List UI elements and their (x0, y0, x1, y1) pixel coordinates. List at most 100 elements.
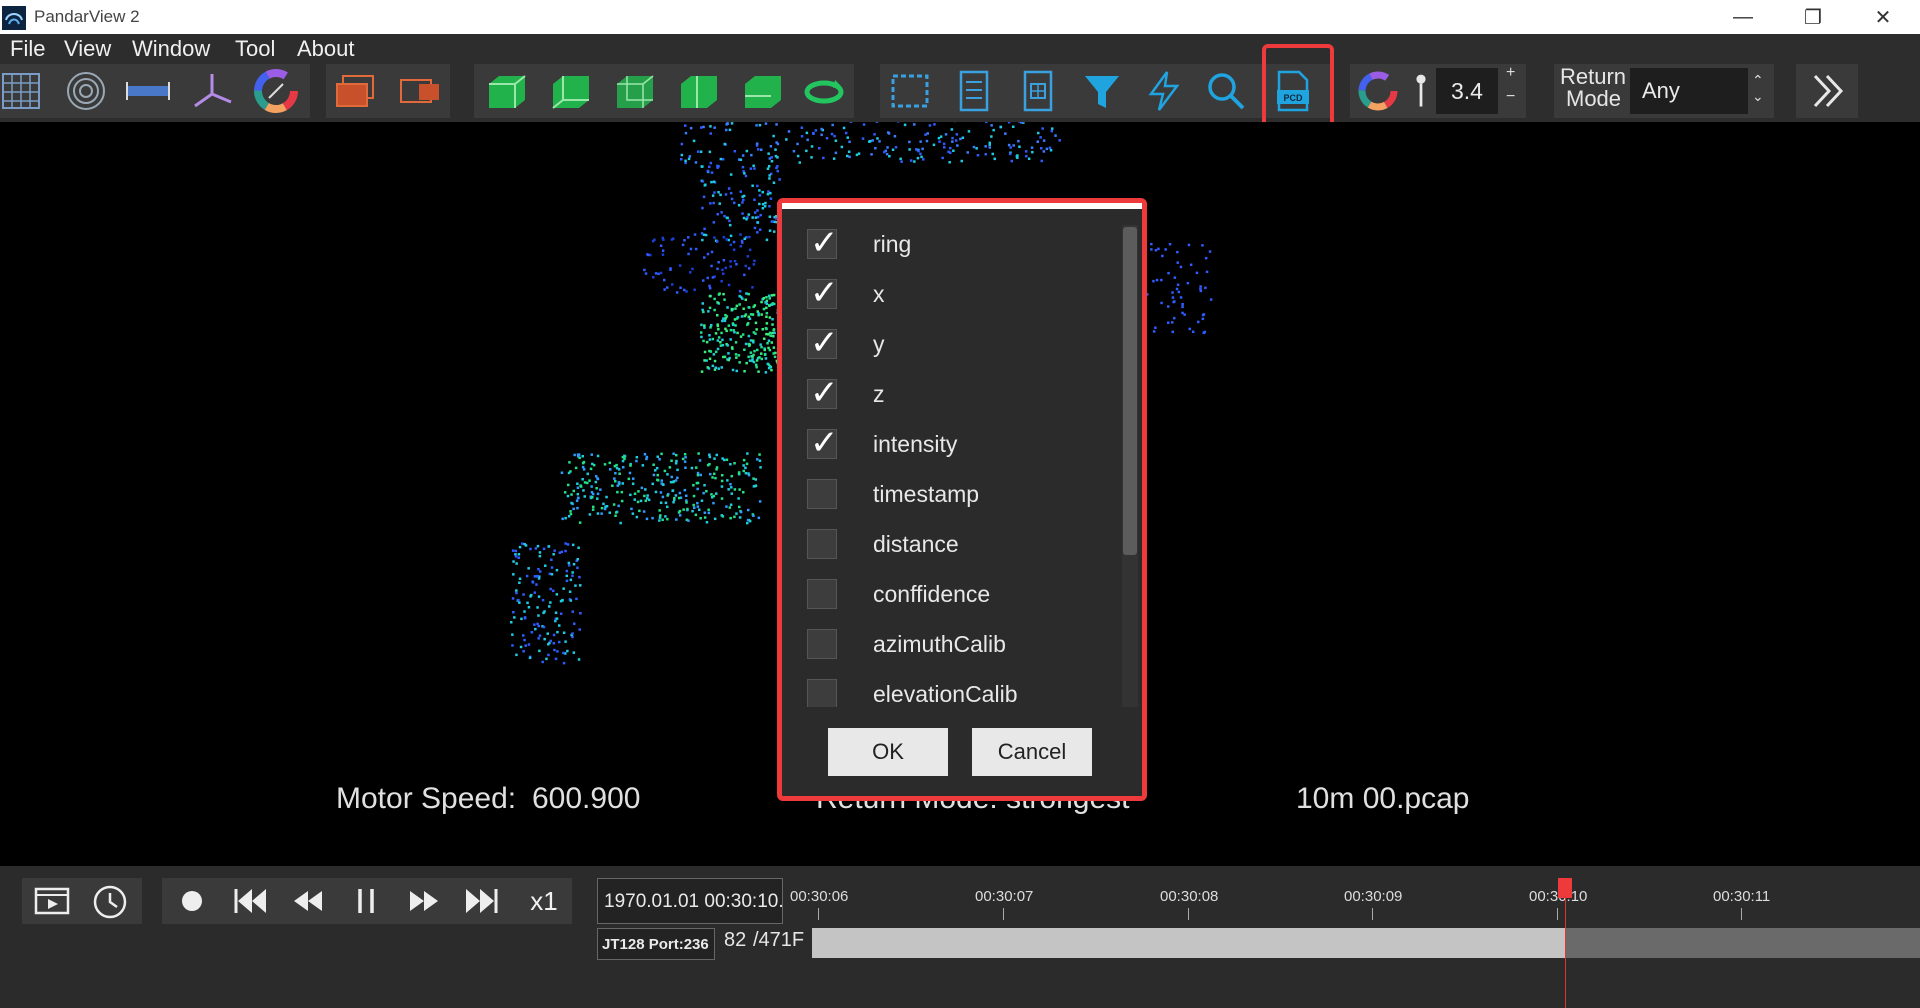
menu-view[interactable]: View (64, 36, 111, 62)
field-row-timestamp[interactable]: timestamp (807, 475, 1107, 515)
lidar-point (742, 198, 745, 202)
menu-file[interactable]: File (10, 36, 45, 62)
skip-to-start-button[interactable] (224, 878, 276, 924)
timeline-tick: 00:30:06 (790, 888, 849, 905)
lidar-point (770, 368, 773, 372)
field-row-ring[interactable]: ✓ ring (807, 225, 1107, 265)
field-row-elevationcalib[interactable]: elevationCalib (807, 675, 1107, 707)
lightning-button[interactable] (1134, 64, 1194, 118)
view-cube-5-button[interactable] (732, 64, 792, 118)
field-row-x[interactable]: ✓ x (807, 274, 1107, 315)
more-tools-button[interactable] (1798, 64, 1858, 118)
field-checkbox[interactable]: ✓ (807, 225, 839, 262)
rings-button[interactable] (56, 64, 116, 118)
field-checkbox[interactable]: ✓ (807, 374, 839, 412)
cancel-button[interactable]: Cancel (972, 728, 1092, 776)
field-label: timestamp (873, 481, 980, 507)
field-row-z[interactable]: ✓ z (807, 374, 1107, 415)
lidar-point (550, 566, 554, 569)
frame-stack-button[interactable] (326, 64, 386, 118)
return-mode-select[interactable]: Any (1630, 68, 1748, 114)
lidar-point (820, 133, 823, 137)
time-mode-button[interactable] (84, 878, 136, 924)
point-list-button[interactable] (944, 64, 1004, 118)
pause-button[interactable] (340, 878, 392, 924)
table-view-button[interactable] (1008, 64, 1068, 118)
playback-progress-bar[interactable] (812, 928, 1920, 958)
point-size-decrement[interactable]: − (1506, 88, 1515, 106)
lidar-point (692, 494, 696, 498)
field-list-scrollbar[interactable] (1122, 225, 1138, 707)
playback-speed-button[interactable]: x1 (518, 878, 570, 924)
field-checkbox[interactable]: ✓ (807, 424, 839, 462)
lidar-point (908, 140, 911, 144)
ok-button[interactable]: OK (828, 728, 948, 776)
view-cube-2-button[interactable] (540, 64, 600, 118)
timeline-tick: 00:30:07 (975, 888, 1034, 905)
record-button[interactable] (166, 878, 218, 924)
axes-button[interactable] (182, 64, 242, 118)
field-row-y[interactable]: ✓ y (807, 324, 1107, 365)
return-mode-down-arrow[interactable]: ⌄ (1752, 88, 1764, 105)
view-cube-1-button[interactable] (476, 64, 536, 118)
point-size-input[interactable]: 3.4 (1436, 68, 1498, 114)
lidar-point (1042, 150, 1046, 153)
rewind-button[interactable] (282, 878, 334, 924)
lidar-point (756, 184, 759, 188)
frame-compare-button[interactable] (390, 64, 450, 118)
lidar-point (524, 644, 527, 647)
lidar-point (1167, 271, 1170, 275)
field-checkbox[interactable] (807, 479, 837, 509)
field-checkbox[interactable] (807, 579, 837, 609)
fast-forward-button[interactable] (398, 878, 450, 924)
lidar-point (688, 155, 692, 158)
field-checkbox[interactable]: ✓ (807, 324, 839, 362)
ruler-button[interactable] (118, 64, 178, 118)
point-color-button[interactable] (1350, 64, 1406, 118)
lidar-point (684, 131, 688, 135)
view-cube-4-button[interactable] (668, 64, 728, 118)
field-row-intensity[interactable]: ✓ intensity (807, 424, 1107, 465)
field-checkbox[interactable] (807, 679, 837, 707)
minimize-button[interactable]: — (1708, 0, 1778, 34)
skip-to-end-button[interactable] (456, 878, 508, 924)
playhead-marker[interactable] (1558, 878, 1573, 898)
lidar-point (567, 471, 571, 475)
lidar-point (708, 455, 712, 459)
view-cube-3-button[interactable] (604, 64, 664, 118)
field-checkbox[interactable] (807, 629, 837, 659)
play-mode-button[interactable] (26, 878, 78, 924)
restore-button[interactable]: ❐ (1778, 0, 1848, 34)
lidar-point (700, 499, 704, 502)
return-mode-up-arrow[interactable]: ⌃ (1752, 72, 1764, 89)
select-region-button[interactable] (880, 64, 940, 118)
field-row-confidence[interactable]: conffidence (807, 575, 1107, 615)
field-row-distance[interactable]: distance (807, 525, 1107, 565)
search-button[interactable] (1196, 64, 1256, 118)
lidar-point (1173, 276, 1177, 279)
grid-button[interactable] (0, 64, 52, 118)
lidar-point (567, 515, 571, 518)
menu-about[interactable]: About (297, 36, 355, 62)
point-size-increment[interactable]: + (1506, 64, 1515, 82)
field-checkbox[interactable]: ✓ (807, 274, 839, 312)
current-time-field[interactable]: 1970.01.01 00:30:10.906 (597, 878, 783, 924)
color-wheel-button[interactable] (246, 64, 306, 118)
lidar-point (536, 622, 539, 626)
close-button[interactable]: ✕ (1848, 0, 1918, 34)
lidar-point (716, 267, 719, 271)
lidar-point (756, 458, 759, 461)
field-row-azimuthcalib[interactable]: azimuthCalib (807, 625, 1107, 665)
lidar-point (776, 156, 779, 159)
lidar-point (555, 568, 559, 572)
menu-window[interactable]: Window (132, 36, 210, 62)
lidar-point (862, 123, 866, 126)
filter-button[interactable] (1072, 64, 1132, 118)
field-checkbox[interactable] (807, 529, 837, 559)
lidar-point (887, 132, 891, 135)
lidar-point (1208, 250, 1212, 253)
menu-tool[interactable]: Tool (235, 36, 275, 62)
rotate-view-button[interactable] (794, 64, 854, 118)
scrollbar-thumb[interactable] (1123, 227, 1137, 555)
lidar-point (920, 155, 923, 159)
